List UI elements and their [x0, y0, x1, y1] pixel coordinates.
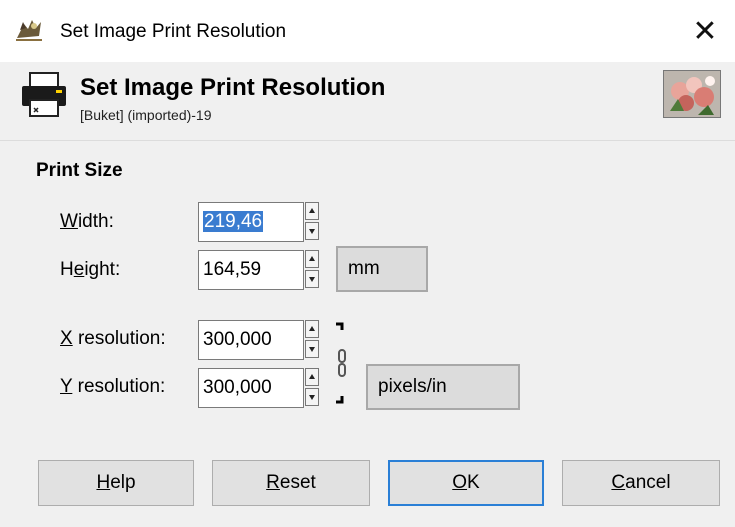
- width-decrement-button[interactable]: [305, 222, 319, 240]
- image-name-subtitle: [Buket] (imported)-19: [80, 107, 212, 123]
- gimp-app-icon: [16, 20, 42, 41]
- cancel-button[interactable]: Cancel: [562, 460, 720, 506]
- chain-link-icon[interactable]: [330, 320, 356, 410]
- x-resolution-label: X resolution:: [60, 328, 166, 349]
- x-resolution-decrement-button[interactable]: [305, 340, 319, 358]
- reset-button[interactable]: Reset: [212, 460, 370, 506]
- y-resolution-label: Y resolution:: [60, 376, 166, 397]
- resolution-unit-select[interactable]: pixels/in: [366, 364, 520, 410]
- dialog-heading: Set Image Print Resolution: [80, 74, 386, 101]
- height-increment-button[interactable]: [305, 250, 319, 268]
- width-increment-button[interactable]: [305, 202, 319, 220]
- width-label: Width:: [60, 211, 114, 232]
- x-resolution-input[interactable]: 300,000: [198, 320, 304, 360]
- x-resolution-stepper[interactable]: [305, 320, 321, 360]
- dialog-header: Set Image Print Resolution [Buket] (impo…: [0, 62, 735, 141]
- height-stepper[interactable]: [305, 250, 321, 290]
- title-bar: Set Image Print Resolution ✕: [0, 0, 735, 62]
- size-unit-select[interactable]: mm: [336, 246, 428, 292]
- y-resolution-increment-button[interactable]: [305, 368, 319, 386]
- width-input[interactable]: 219,46: [198, 202, 304, 242]
- y-resolution-input[interactable]: 300,000: [198, 368, 304, 408]
- close-icon[interactable]: ✕: [675, 0, 735, 62]
- printer-icon: [22, 72, 66, 117]
- print-size-section-title: Print Size: [36, 160, 123, 181]
- height-decrement-button[interactable]: [305, 270, 319, 288]
- width-stepper[interactable]: [305, 202, 321, 242]
- window-title: Set Image Print Resolution: [60, 21, 287, 42]
- y-resolution-decrement-button[interactable]: [305, 388, 319, 406]
- height-input[interactable]: 164,59: [198, 250, 304, 290]
- height-label: Height:: [60, 259, 121, 280]
- y-resolution-stepper[interactable]: [305, 368, 321, 408]
- help-button[interactable]: Help: [38, 460, 194, 506]
- image-thumbnail: [663, 70, 721, 118]
- x-resolution-increment-button[interactable]: [305, 320, 319, 338]
- ok-button[interactable]: OK: [388, 460, 544, 506]
